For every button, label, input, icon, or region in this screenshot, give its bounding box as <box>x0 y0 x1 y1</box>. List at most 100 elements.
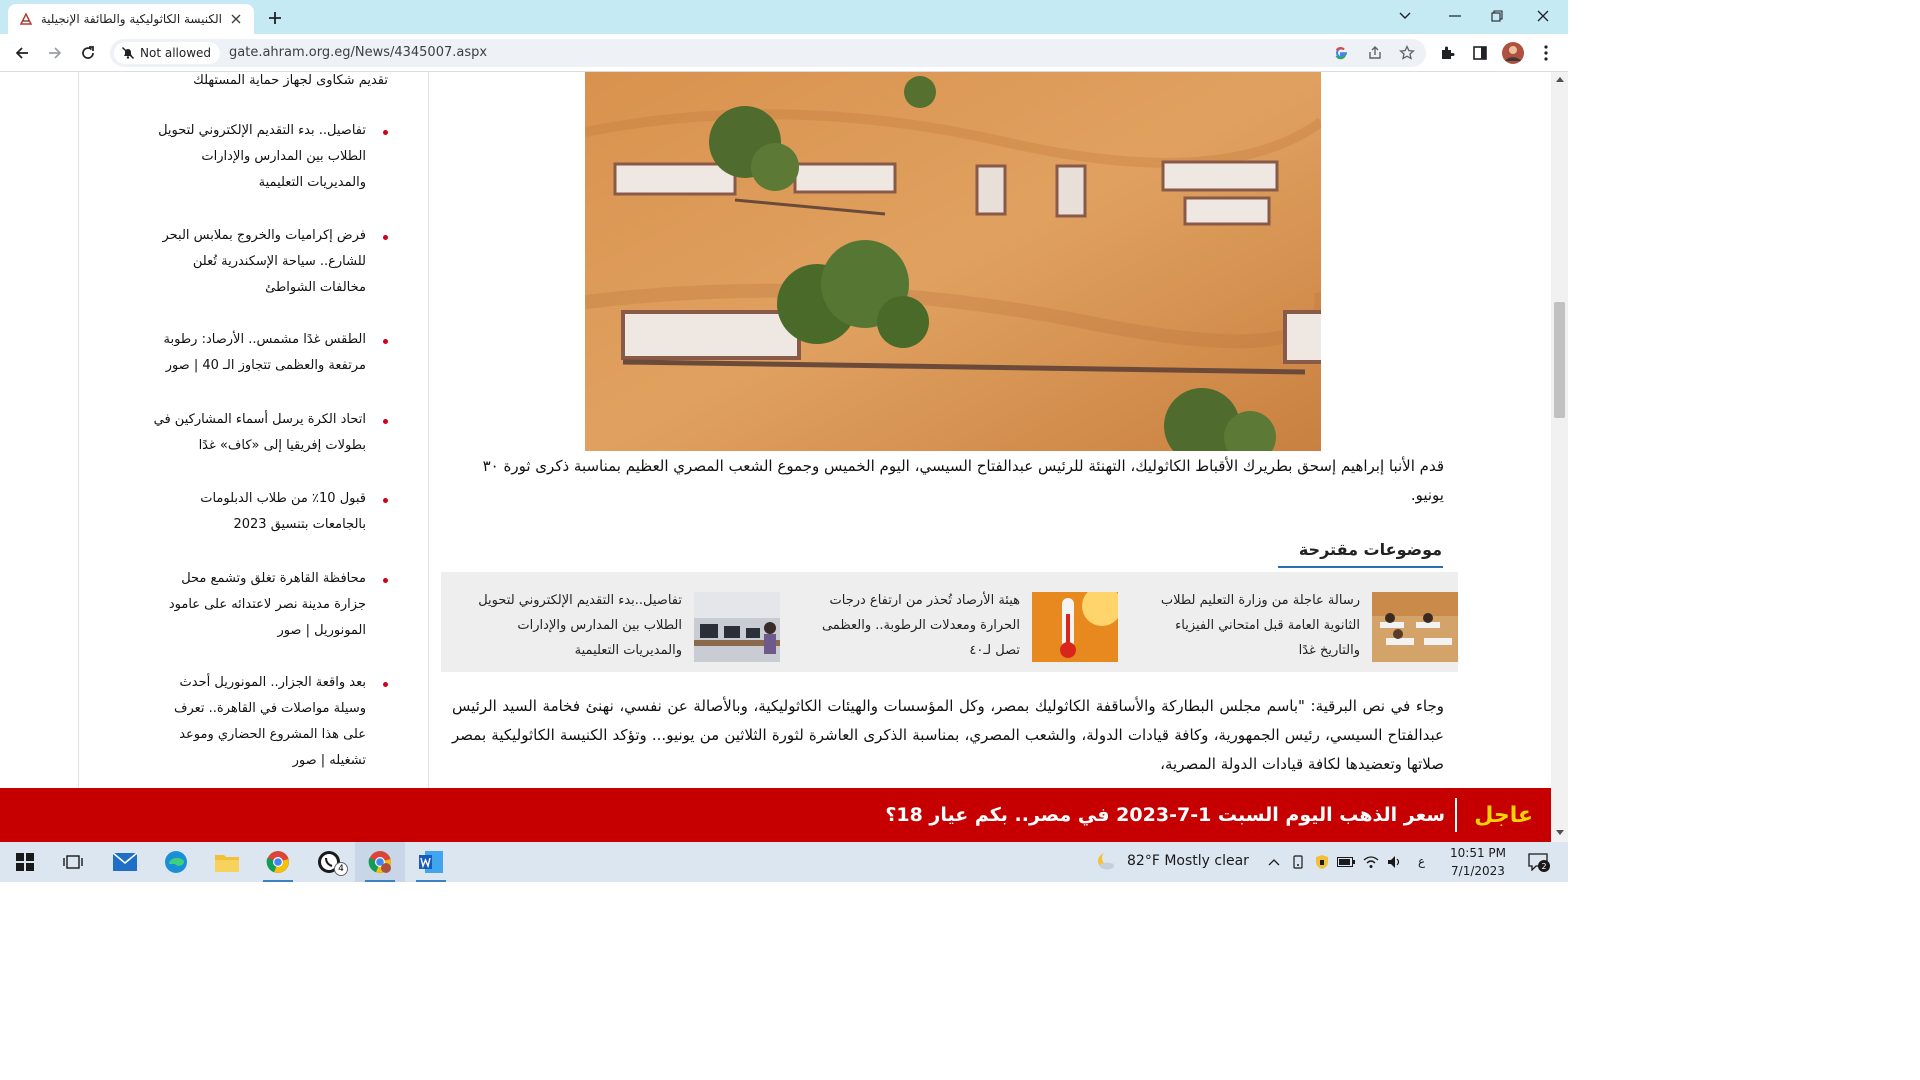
sidebar-item[interactable]: محافظة القاهرة تغلق وتشمع محل جزارة مدين… <box>148 566 388 644</box>
suggested-card[interactable]: هيئة الأرصاد تُحذر من ارتفاع درجات الحرا… <box>803 572 1118 672</box>
forward-icon[interactable] <box>43 41 67 65</box>
chrome-active-window-icon[interactable] <box>355 842 405 882</box>
task-view-icon[interactable] <box>48 842 98 882</box>
sidebar-item-label: قبول 10٪ من طلاب الدبلومات بالجامعات بتن… <box>200 491 366 532</box>
bullet-icon <box>383 339 388 344</box>
thermometer-thumbnail <box>1032 592 1118 662</box>
close-window-icon[interactable] <box>1528 4 1558 28</box>
extensions-icon[interactable] <box>1435 41 1459 65</box>
restore-icon[interactable] <box>1482 4 1512 28</box>
browser-tab[interactable]: الكنيسة الكاثوليكية والطائفة الإنجيلية <box>8 4 254 34</box>
taskbar-clock[interactable]: 10:51 PM 7/1/2023 <box>1440 844 1516 880</box>
profile-avatar[interactable] <box>1501 41 1525 65</box>
column-divider <box>428 72 429 788</box>
bullet-icon <box>383 578 388 583</box>
bullet-icon <box>383 419 388 424</box>
suggested-topics-underline <box>1278 566 1443 568</box>
computer-lab-thumbnail <box>694 592 780 662</box>
input-language-indicator[interactable]: ع <box>1418 854 1425 868</box>
bullet-icon <box>383 682 388 687</box>
share-icon[interactable] <box>1366 44 1384 62</box>
sidebar-item-label: فرض إكراميات والخروج بملابس البحر للشارع… <box>162 228 366 295</box>
device-icon[interactable] <box>1288 852 1308 872</box>
sidepanel-icon[interactable] <box>1468 41 1492 65</box>
breaking-news-label[interactable]: عاجل <box>1474 788 1533 842</box>
file-explorer-icon[interactable] <box>202 842 252 882</box>
site-favicon-icon <box>18 11 34 27</box>
sidebar-item[interactable]: تقديم شكاوى لجهاز حماية المستهلك <box>148 72 388 94</box>
scroll-thumb[interactable] <box>1554 302 1565 418</box>
page-scrollbar[interactable] <box>1551 72 1568 842</box>
sidebar-item-label: بعد واقعة الجزار.. المونوريل أحدث وسيلة … <box>173 675 366 768</box>
google-icon[interactable] <box>1332 44 1350 62</box>
app-running-indicator <box>263 880 293 882</box>
suggested-card-text: تفاصيل..بدء التقديم الإلكتروني لتحويل ال… <box>478 593 682 658</box>
app-running-indicator <box>416 880 446 882</box>
suggested-topics-title: موضوعات مقترحة <box>1298 540 1442 559</box>
new-tab-icon[interactable] <box>264 7 286 29</box>
weather-text[interactable]: 82°F Mostly clear <box>1127 853 1249 869</box>
reload-icon[interactable] <box>76 41 100 65</box>
image-caption: قدم الأنبا إبراهيم إسحق بطريرك الأقباط ا… <box>482 457 1444 504</box>
site-permission-label: Not allowed <box>140 46 212 60</box>
minimize-icon[interactable] <box>1440 4 1470 28</box>
browser-toolbar: Not allowed gate.ahram.org.eg/News/43450… <box>0 34 1568 72</box>
back-icon[interactable] <box>10 41 34 65</box>
scroll-up-icon[interactable] <box>1551 72 1568 86</box>
suggested-card-text: هيئة الأرصاد تُحذر من ارتفاع درجات الحرا… <box>821 593 1020 658</box>
suggested-card[interactable]: رسالة عاجلة من وزارة التعليم لطلاب الثان… <box>1143 572 1458 672</box>
sidebar-item-label: الطقس غدًا مشمس.. الأرصاد: رطوبة مرتفعة … <box>163 332 366 373</box>
notifications-blocked-icon <box>121 46 135 60</box>
url-text[interactable]: gate.ahram.org.eg/News/4345007.aspx <box>229 45 487 60</box>
bullet-icon <box>383 235 388 240</box>
tab-title: الكنيسة الكاثوليكية والطائفة الإنجيلية <box>42 12 222 26</box>
whatsapp-icon[interactable]: 4 <box>304 842 354 882</box>
breaking-news-separator <box>1455 798 1457 832</box>
sidebar-item[interactable]: الطقس غدًا مشمس.. الأرصاد: رطوبة مرتفعة … <box>148 327 388 379</box>
mail-icon[interactable] <box>100 842 150 882</box>
tab-strip: الكنيسة الكاثوليكية والطائفة الإنجيلية <box>0 0 1568 34</box>
windows-taskbar: 4 82°F Mostly clear ع 10:51 PM 7/1/2023 … <box>0 842 1568 882</box>
sidebar-item[interactable]: بعد واقعة الجزار.. المونوريل أحدث وسيلة … <box>148 670 388 774</box>
bullet-icon <box>383 130 388 135</box>
scroll-down-icon[interactable] <box>1551 826 1568 840</box>
menu-icon[interactable] <box>1534 41 1558 65</box>
breaking-news-headline[interactable]: سعر الذهب اليوم السبت 1-7-2023 في مصر.. … <box>885 788 1445 842</box>
article-body-paragraph: وجاء في نص البرقية: "باسم مجلس البطاركة … <box>452 697 1444 773</box>
close-tab-icon[interactable] <box>228 11 244 27</box>
word-icon[interactable] <box>406 842 456 882</box>
address-bar[interactable]: Not allowed gate.ahram.org.eg/News/43450… <box>110 39 1426 67</box>
sidebar-item-label: اتحاد الكرة يرسل أسماء المشاركين في بطول… <box>153 412 366 453</box>
sidebar-item-label: محافظة القاهرة تغلق وتشمع محل جزارة مدين… <box>168 571 366 638</box>
weather-moon-icon[interactable] <box>1095 850 1117 872</box>
page-viewport: تقديم شكاوى لجهاز حماية المستهلك تفاصيل.… <box>0 72 1551 788</box>
sidebar-item-label: تفاصيل.. بدء التقديم الإلكتروني لتحويل ا… <box>158 123 366 190</box>
notifications-badge: 2 <box>1538 860 1550 872</box>
battery-icon[interactable] <box>1336 852 1356 872</box>
sidebar-item[interactable]: قبول 10٪ من طلاب الدبلومات بالجامعات بتن… <box>148 486 388 538</box>
sidebar-item-label: تقديم شكاوى لجهاز حماية المستهلك <box>193 73 388 88</box>
notifications-icon[interactable]: 2 <box>1526 850 1550 874</box>
sidebar-item[interactable]: تفاصيل.. بدء التقديم الإلكتروني لتحويل ا… <box>148 118 388 196</box>
clock-date: 7/1/2023 <box>1451 864 1505 878</box>
exam-hall-thumbnail <box>1372 592 1458 662</box>
show-hidden-icons-icon[interactable] <box>1264 852 1284 872</box>
site-info-chip[interactable]: Not allowed <box>114 42 221 64</box>
start-icon[interactable] <box>0 842 50 882</box>
app-running-indicator <box>365 880 395 882</box>
tab-search-icon[interactable] <box>1390 4 1420 28</box>
whatsapp-badge: 4 <box>334 862 348 876</box>
suggested-card-text: رسالة عاجلة من وزارة التعليم لطلاب الثان… <box>1160 593 1360 658</box>
chrome-icon[interactable] <box>253 842 303 882</box>
edge-icon[interactable] <box>151 842 201 882</box>
suggested-card[interactable]: تفاصيل..بدء التقديم الإلكتروني لتحويل ال… <box>465 572 780 672</box>
wifi-icon[interactable] <box>1361 852 1381 872</box>
clock-time: 10:51 PM <box>1450 846 1506 860</box>
article-hero-image <box>585 72 1321 451</box>
suggested-topics-box: رسالة عاجلة من وزارة التعليم لطلاب الثان… <box>441 572 1458 672</box>
volume-icon[interactable] <box>1385 852 1405 872</box>
security-shield-icon[interactable] <box>1312 852 1332 872</box>
sidebar-item[interactable]: فرض إكراميات والخروج بملابس البحر للشارع… <box>148 223 388 301</box>
sidebar-item[interactable]: اتحاد الكرة يرسل أسماء المشاركين في بطول… <box>148 407 388 459</box>
star-icon[interactable] <box>1398 44 1416 62</box>
